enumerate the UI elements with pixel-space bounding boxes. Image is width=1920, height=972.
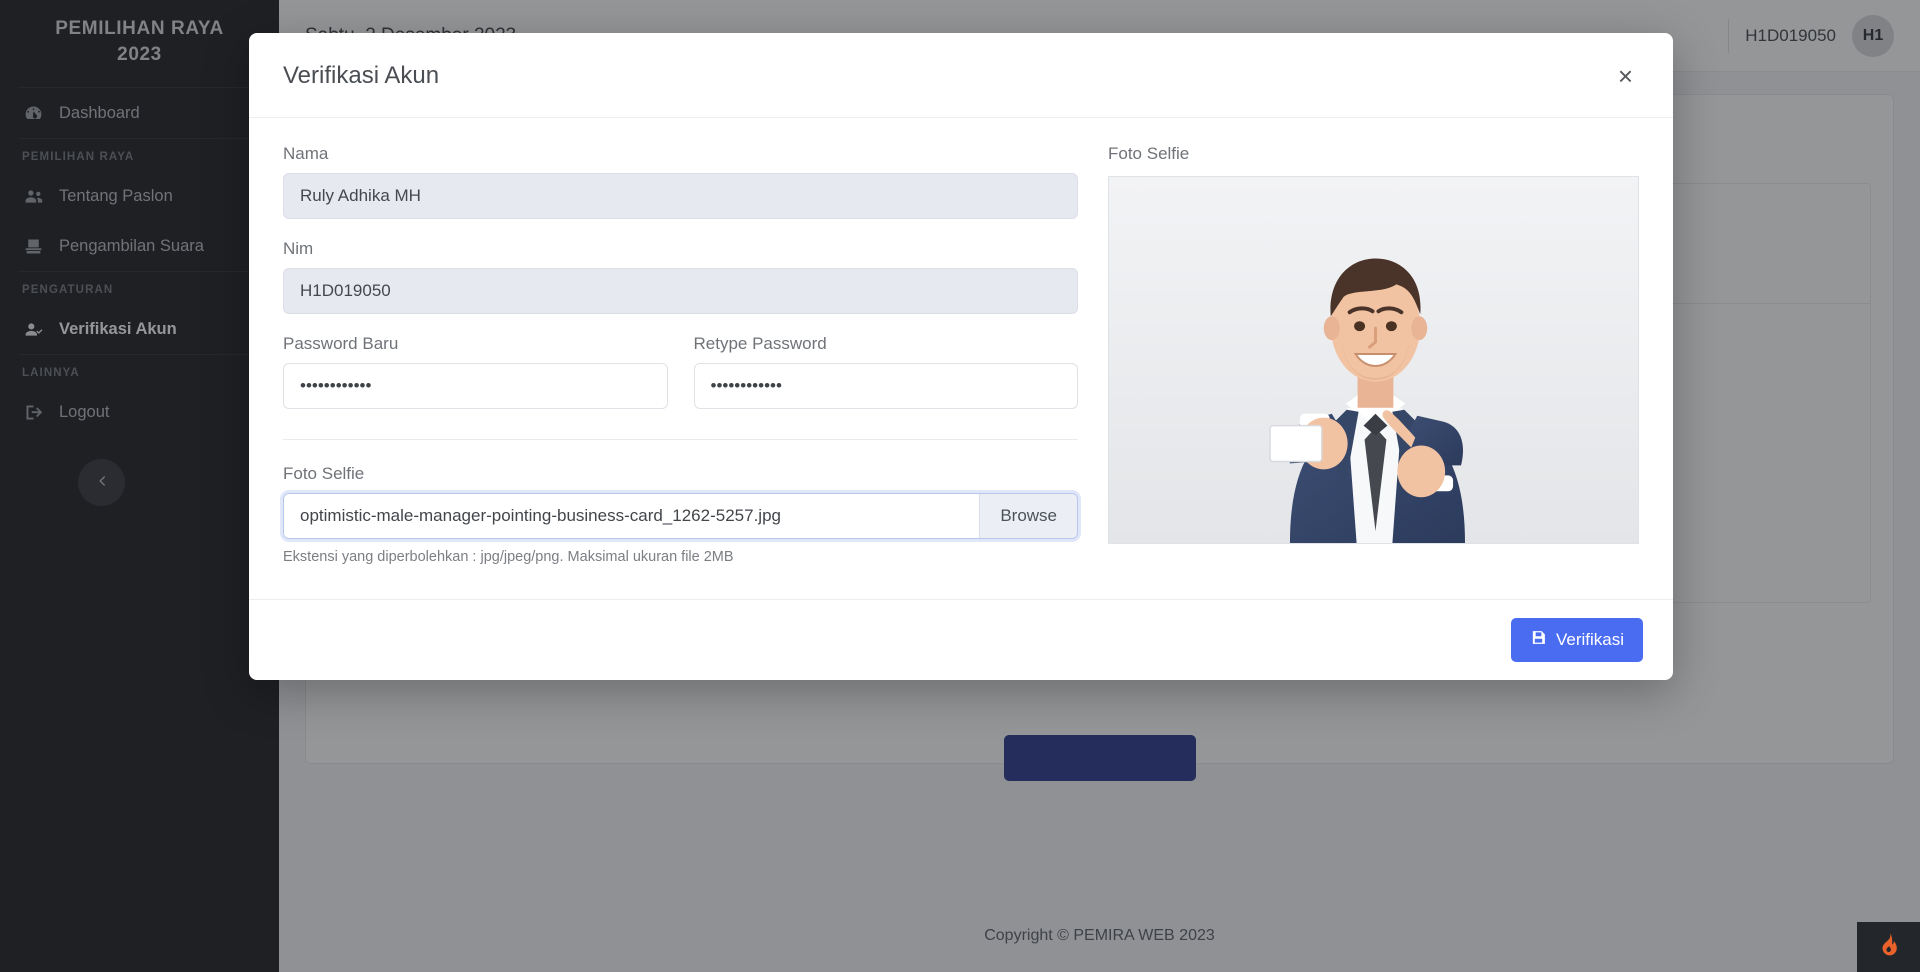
field-nim: Nim xyxy=(283,239,1078,314)
form-divider xyxy=(283,439,1078,440)
selfie-photo-illustration xyxy=(1109,177,1638,543)
verifikasi-submit-button[interactable]: Verifikasi xyxy=(1511,618,1643,662)
field-retype-password: Retype Password xyxy=(694,334,1079,409)
modal-form-column: Nama Nim Password Baru Retype Password xyxy=(283,144,1078,565)
modal-header: Verifikasi Akun × xyxy=(249,33,1673,118)
debugbar-toggle[interactable] xyxy=(1857,922,1920,972)
selfie-preview-label: Foto Selfie xyxy=(1108,144,1639,164)
modal-footer: Verifikasi xyxy=(249,599,1673,680)
flame-icon xyxy=(1876,930,1902,964)
password-baru-label: Password Baru xyxy=(283,334,668,354)
close-icon[interactable]: × xyxy=(1612,59,1639,93)
browse-button[interactable]: Browse xyxy=(979,494,1077,538)
modal-body: Nama Nim Password Baru Retype Password xyxy=(249,118,1673,599)
password-baru-input[interactable] xyxy=(283,363,668,409)
save-icon xyxy=(1530,629,1547,651)
password-row: Password Baru Retype Password xyxy=(283,334,1078,409)
field-password-baru: Password Baru xyxy=(283,334,668,409)
selfie-preview-image xyxy=(1108,176,1639,544)
retype-password-label: Retype Password xyxy=(694,334,1079,354)
modal-title: Verifikasi Akun xyxy=(283,62,439,90)
file-upload-control[interactable]: Browse xyxy=(283,493,1078,539)
foto-selfie-label: Foto Selfie xyxy=(283,464,1078,484)
nama-label: Nama xyxy=(283,144,1078,164)
field-nama: Nama xyxy=(283,144,1078,219)
verifikasi-akun-modal: Verifikasi Akun × Nama Nim Password Baru xyxy=(249,33,1673,680)
field-foto-selfie-upload: Foto Selfie Browse Ekstensi yang diperbo… xyxy=(283,464,1078,565)
nim-label: Nim xyxy=(283,239,1078,259)
nim-input[interactable] xyxy=(283,268,1078,314)
file-upload-hint: Ekstensi yang diperbolehkan : jpg/jpeg/p… xyxy=(283,549,1078,565)
modal-preview-column: Foto Selfie xyxy=(1108,144,1639,565)
verifikasi-submit-label: Verifikasi xyxy=(1556,630,1624,650)
file-name-input[interactable] xyxy=(284,494,979,538)
app-root: PEMILIHAN RAYA 2023 Dashboard PEMILIHAN … xyxy=(0,0,1920,972)
nama-input[interactable] xyxy=(283,173,1078,219)
retype-password-input[interactable] xyxy=(694,363,1079,409)
